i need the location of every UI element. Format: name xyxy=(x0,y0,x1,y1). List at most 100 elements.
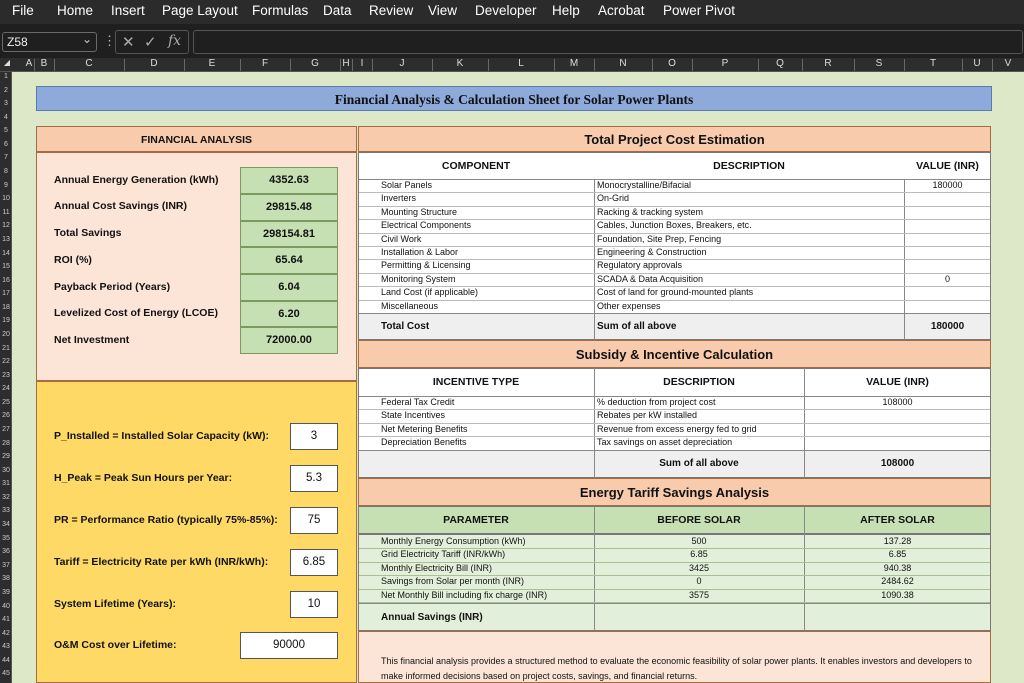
subsidy-type-cell[interactable]: Federal Tax Credit xyxy=(381,396,454,409)
row-header[interactable]: 31 xyxy=(0,480,12,488)
row-header[interactable]: 43 xyxy=(0,643,12,651)
row-header[interactable]: 19 xyxy=(0,317,12,325)
row-header[interactable]: 11 xyxy=(0,209,12,217)
tariff-parameter-cell[interactable]: Grid Electricity Tariff (INR/kWh) xyxy=(381,548,505,561)
tariff-before-cell[interactable]: 6.85 xyxy=(594,548,804,561)
col-header-s[interactable]: S xyxy=(854,58,904,69)
col-header-n[interactable]: N xyxy=(594,58,652,69)
col-header-j[interactable]: J xyxy=(372,58,432,69)
row-header[interactable]: 35 xyxy=(0,535,12,543)
row-header[interactable]: 6 xyxy=(0,141,12,149)
cost-description-cell[interactable]: SCADA & Data Acquisition xyxy=(597,273,703,286)
row-header[interactable]: 9 xyxy=(0,182,12,190)
row-header[interactable]: 28 xyxy=(0,440,12,448)
col-header-d[interactable]: D xyxy=(124,58,184,69)
row-header[interactable]: 27 xyxy=(0,426,12,434)
row-header[interactable]: 7 xyxy=(0,154,12,162)
subsidy-type-cell[interactable]: Net Metering Benefits xyxy=(381,423,468,436)
row-header[interactable]: 29 xyxy=(0,453,12,461)
col-header-p[interactable]: P xyxy=(692,58,758,69)
formula-input[interactable] xyxy=(193,30,1023,54)
col-header-v[interactable]: V xyxy=(992,58,1024,69)
fin-value-cell[interactable]: 298154.81 xyxy=(240,221,338,247)
row-header[interactable]: 40 xyxy=(0,603,12,611)
menu-power-pivot[interactable]: Power Pivot xyxy=(663,3,735,18)
lifetime-input[interactable]: 10 xyxy=(290,591,338,618)
row-header[interactable]: 5 xyxy=(0,127,12,135)
col-header-t[interactable]: T xyxy=(904,58,962,69)
cost-component-cell[interactable]: Electrical Components xyxy=(381,219,471,232)
row-header[interactable]: 25 xyxy=(0,399,12,407)
row-header[interactable]: 8 xyxy=(0,168,12,176)
col-header-e[interactable]: E xyxy=(184,58,240,69)
subsidy-description-cell[interactable]: Tax savings on asset depreciation xyxy=(597,436,732,449)
col-header-c[interactable]: C xyxy=(54,58,124,69)
tariff-after-cell[interactable]: 940.38 xyxy=(804,562,991,575)
row-header[interactable]: 30 xyxy=(0,467,12,475)
fin-value-cell[interactable]: 72000.00 xyxy=(240,327,338,354)
col-header-k[interactable]: K xyxy=(432,58,488,69)
menu-help[interactable]: Help xyxy=(552,3,580,18)
cost-description-cell[interactable]: Racking & tracking system xyxy=(597,206,703,219)
subsidy-value-cell[interactable]: 108000 xyxy=(804,396,991,409)
row-header[interactable]: 33 xyxy=(0,507,12,515)
tariff-before-cell[interactable]: 0 xyxy=(594,575,804,588)
peak-hours-input[interactable]: 5.3 xyxy=(290,465,338,492)
cost-component-cell[interactable]: Monitoring System xyxy=(381,273,456,286)
row-header[interactable]: 44 xyxy=(0,657,12,665)
subsidy-description-cell[interactable]: Rebates per kW installed xyxy=(597,409,697,422)
performance-ratio-input[interactable]: 75 xyxy=(290,507,338,534)
cost-description-cell[interactable]: Cost of land for ground-mounted plants xyxy=(597,286,753,299)
row-header[interactable]: 16 xyxy=(0,277,12,285)
tariff-after-cell[interactable]: 1090.38 xyxy=(804,589,991,602)
insert-function-icon[interactable]: fx xyxy=(168,33,181,49)
col-header-f[interactable]: F xyxy=(240,58,290,69)
cost-component-cell[interactable]: Inverters xyxy=(381,192,416,205)
row-header[interactable]: 34 xyxy=(0,521,12,529)
col-header-o[interactable]: O xyxy=(652,58,692,69)
cost-value-cell[interactable]: 180000 xyxy=(904,179,991,192)
subsidy-total-value[interactable]: 108000 xyxy=(804,458,991,469)
row-header[interactable]: 45 xyxy=(0,670,12,678)
row-header[interactable]: 10 xyxy=(0,195,12,203)
col-header-q[interactable]: Q xyxy=(758,58,802,69)
row-header[interactable]: 42 xyxy=(0,630,12,638)
tariff-parameter-cell[interactable]: Savings from Solar per month (INR) xyxy=(381,575,524,588)
menu-insert[interactable]: Insert xyxy=(111,3,145,18)
row-header[interactable]: 36 xyxy=(0,548,12,556)
fin-value-cell[interactable]: 29815.48 xyxy=(240,194,338,221)
col-header-h[interactable]: H xyxy=(340,58,352,69)
row-header[interactable]: 12 xyxy=(0,222,12,230)
cost-description-cell[interactable]: Engineering & Construction xyxy=(597,246,707,259)
row-header[interactable]: 37 xyxy=(0,562,12,570)
menu-acrobat[interactable]: Acrobat xyxy=(598,3,645,18)
cost-component-cell[interactable]: Mounting Structure xyxy=(381,206,457,219)
row-header[interactable]: 23 xyxy=(0,372,12,380)
row-header[interactable]: 32 xyxy=(0,494,12,502)
subsidy-description-cell[interactable]: Revenue from excess energy fed to grid xyxy=(597,423,757,436)
cancel-icon[interactable]: ✕ xyxy=(122,33,135,51)
tariff-parameter-cell[interactable]: Monthly Energy Consumption (kWh) xyxy=(381,535,526,548)
col-header-b[interactable]: B xyxy=(34,58,54,69)
col-header-i[interactable]: I xyxy=(352,58,372,69)
row-header[interactable]: 2 xyxy=(0,87,12,95)
total-cost-value[interactable]: 180000 xyxy=(904,321,991,332)
tariff-after-cell[interactable]: 2484.62 xyxy=(804,575,991,588)
name-box[interactable]: Z58 ⌄ xyxy=(2,32,97,52)
cost-description-cell[interactable]: Regulatory approvals xyxy=(597,259,682,272)
menu-home[interactable]: Home xyxy=(57,3,93,18)
row-header[interactable]: 17 xyxy=(0,290,12,298)
row-header[interactable]: 18 xyxy=(0,304,12,312)
menu-data[interactable]: Data xyxy=(323,3,352,18)
tariff-after-cell[interactable]: 137.28 xyxy=(804,535,991,548)
subsidy-type-cell[interactable]: State Incentives xyxy=(381,409,445,422)
tariff-after-cell[interactable]: 6.85 xyxy=(804,548,991,561)
cost-description-cell[interactable]: On-Grid xyxy=(597,192,629,205)
subsidy-type-cell[interactable]: Depreciation Benefits xyxy=(381,436,467,449)
om-cost-input[interactable]: 90000 xyxy=(240,632,338,659)
col-header-r[interactable]: R xyxy=(802,58,854,69)
cost-component-cell[interactable]: Solar Panels xyxy=(381,179,432,192)
cost-component-cell[interactable]: Installation & Labor xyxy=(381,246,458,259)
cost-component-cell[interactable]: Land Cost (if applicable) xyxy=(381,286,478,299)
cost-description-cell[interactable]: Foundation, Site Prep, Fencing xyxy=(597,233,721,246)
